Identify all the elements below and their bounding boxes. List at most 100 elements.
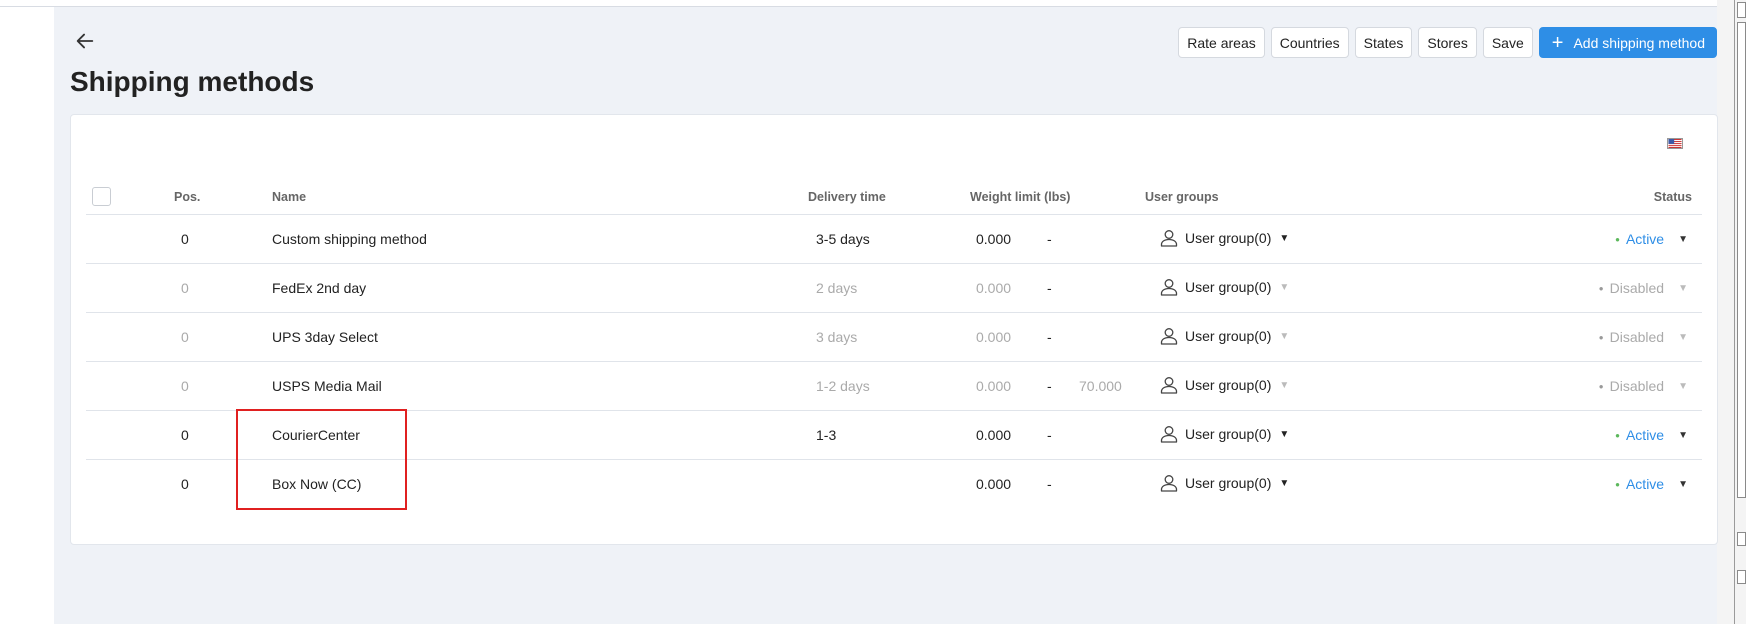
side-panel-control[interactable] bbox=[1737, 2, 1746, 18]
row-name[interactable]: UPS 3day Select bbox=[272, 329, 378, 345]
user-group-dropdown[interactable]: User group(0) ▼ bbox=[1159, 424, 1289, 444]
status-dropdown[interactable]: ● Active ▼ bbox=[1615, 476, 1688, 492]
status-dropdown[interactable]: ● Disabled ▼ bbox=[1599, 280, 1688, 296]
status-dot-icon: ● bbox=[1598, 283, 1604, 293]
row-weight-separator: - bbox=[1047, 378, 1052, 394]
status-dot-icon: ● bbox=[1615, 430, 1620, 440]
states-button[interactable]: States bbox=[1354, 27, 1413, 58]
row-weight-min: 0.000 bbox=[976, 476, 1012, 492]
row-weight-separator: - bbox=[1047, 427, 1052, 443]
user-icon bbox=[1160, 475, 1178, 492]
row-weight-min: 0.000 bbox=[976, 427, 1012, 443]
table-row: 0 USPS Media Mail 1-2 days 0.000 - 70.00… bbox=[86, 362, 1702, 411]
user-group-label: User group(0) bbox=[1185, 475, 1272, 491]
header-pos[interactable]: Pos. bbox=[174, 190, 200, 204]
status-label: Active bbox=[1625, 427, 1665, 443]
user-group-dropdown[interactable]: User group(0) ▼ bbox=[1159, 326, 1289, 346]
status-label: Disabled bbox=[1609, 378, 1665, 394]
caret-down-icon: ▼ bbox=[1678, 331, 1688, 343]
us-flag-icon[interactable] bbox=[1667, 138, 1683, 149]
user-icon bbox=[1160, 328, 1178, 345]
header-status[interactable]: Status bbox=[1654, 190, 1692, 204]
row-weight-min: 0.000 bbox=[976, 329, 1012, 345]
row-position[interactable]: 0 bbox=[181, 427, 189, 443]
caret-down-icon: ▼ bbox=[1279, 379, 1290, 391]
caret-down-icon: ▼ bbox=[1678, 233, 1688, 245]
row-position[interactable]: 0 bbox=[181, 476, 189, 492]
left-rail bbox=[0, 7, 54, 624]
table-row: 0 UPS 3day Select 3 days 0.000 - User gr… bbox=[86, 313, 1702, 362]
row-weight-max: 70.000 bbox=[1079, 378, 1122, 394]
table-row: 0 FedEx 2nd day 2 days 0.000 - User grou… bbox=[86, 264, 1702, 313]
side-panel-control[interactable] bbox=[1737, 532, 1746, 546]
table-header: Pos. Name Delivery time Weight limit (lb… bbox=[86, 185, 1702, 215]
status-label: Disabled bbox=[1609, 329, 1665, 345]
user-group-label: User group(0) bbox=[1185, 230, 1272, 246]
row-name[interactable]: FedEx 2nd day bbox=[272, 280, 366, 296]
save-button[interactable]: Save bbox=[1482, 27, 1533, 58]
status-dot-icon: ● bbox=[1615, 479, 1620, 489]
row-delivery-time: 3-5 days bbox=[816, 231, 870, 247]
row-name[interactable]: Custom shipping method bbox=[272, 231, 427, 247]
row-delivery-time: 3 days bbox=[816, 329, 858, 345]
row-position[interactable]: 0 bbox=[181, 231, 189, 247]
row-name[interactable]: USPS Media Mail bbox=[272, 378, 382, 394]
user-icon bbox=[1160, 377, 1178, 394]
row-weight-separator: - bbox=[1047, 231, 1052, 247]
row-position[interactable]: 0 bbox=[181, 280, 189, 296]
countries-button[interactable]: Countries bbox=[1270, 27, 1349, 58]
add-shipping-method-label: Add shipping method bbox=[1573, 34, 1705, 51]
user-group-dropdown[interactable]: User group(0) ▼ bbox=[1159, 277, 1289, 297]
user-group-dropdown[interactable]: User group(0) ▼ bbox=[1159, 228, 1289, 248]
user-icon bbox=[1160, 230, 1178, 247]
status-dot-icon: ● bbox=[1598, 332, 1604, 342]
caret-down-icon: ▼ bbox=[1279, 477, 1290, 489]
user-group-label: User group(0) bbox=[1185, 377, 1272, 393]
caret-down-icon: ▼ bbox=[1678, 429, 1688, 441]
status-dropdown[interactable]: ● Disabled ▼ bbox=[1599, 329, 1688, 345]
row-weight-separator: - bbox=[1047, 280, 1052, 296]
select-all-checkbox[interactable] bbox=[92, 187, 111, 206]
user-icon bbox=[1160, 279, 1178, 296]
row-delivery-time: 1-2 days bbox=[816, 378, 870, 394]
status-dot-icon: ● bbox=[1598, 381, 1604, 391]
caret-down-icon: ▼ bbox=[1279, 232, 1290, 244]
user-group-dropdown[interactable]: User group(0) ▼ bbox=[1159, 473, 1289, 493]
plus-icon: + bbox=[1551, 31, 1564, 54]
row-weight-min: 0.000 bbox=[976, 231, 1012, 247]
rate-areas-button[interactable]: Rate areas bbox=[1178, 27, 1265, 58]
user-group-label: User group(0) bbox=[1185, 279, 1272, 295]
caret-down-icon: ▼ bbox=[1279, 428, 1290, 440]
side-panel-scrollbar[interactable] bbox=[1737, 22, 1746, 498]
user-group-label: User group(0) bbox=[1185, 328, 1272, 344]
back-button[interactable] bbox=[74, 30, 96, 52]
highlight-box bbox=[236, 409, 407, 510]
side-panel-control[interactable] bbox=[1737, 570, 1746, 584]
caret-down-icon: ▼ bbox=[1279, 330, 1290, 342]
row-position[interactable]: 0 bbox=[181, 329, 189, 345]
row-delivery-time: 2 days bbox=[816, 280, 858, 296]
status-dropdown[interactable]: ● Active ▼ bbox=[1615, 231, 1688, 247]
arrow-left-icon bbox=[76, 33, 94, 49]
add-shipping-method-button[interactable]: + Add shipping method bbox=[1538, 27, 1717, 58]
status-label: Active bbox=[1625, 231, 1665, 247]
page-title: Shipping methods bbox=[70, 66, 315, 97]
caret-down-icon: ▼ bbox=[1678, 282, 1688, 294]
row-weight-min: 0.000 bbox=[976, 280, 1012, 296]
status-dropdown[interactable]: ● Disabled ▼ bbox=[1599, 378, 1688, 394]
status-label: Disabled bbox=[1609, 280, 1665, 296]
status-dropdown[interactable]: ● Active ▼ bbox=[1615, 427, 1688, 443]
row-weight-separator: - bbox=[1047, 476, 1052, 492]
row-weight-min: 0.000 bbox=[976, 378, 1012, 394]
stores-button[interactable]: Stores bbox=[1418, 27, 1477, 58]
caret-down-icon: ▼ bbox=[1678, 478, 1688, 490]
table-row: 0 Custom shipping method 3-5 days 0.000 … bbox=[86, 215, 1702, 264]
header-name[interactable]: Name bbox=[272, 190, 306, 204]
caret-down-icon: ▼ bbox=[1279, 281, 1290, 293]
row-position[interactable]: 0 bbox=[181, 378, 189, 394]
caret-down-icon: ▼ bbox=[1678, 380, 1688, 392]
header-user-groups: User groups bbox=[1145, 190, 1219, 204]
row-delivery-time: 1-3 bbox=[816, 427, 837, 443]
status-label: Active bbox=[1625, 476, 1665, 492]
user-group-dropdown[interactable]: User group(0) ▼ bbox=[1159, 375, 1289, 395]
